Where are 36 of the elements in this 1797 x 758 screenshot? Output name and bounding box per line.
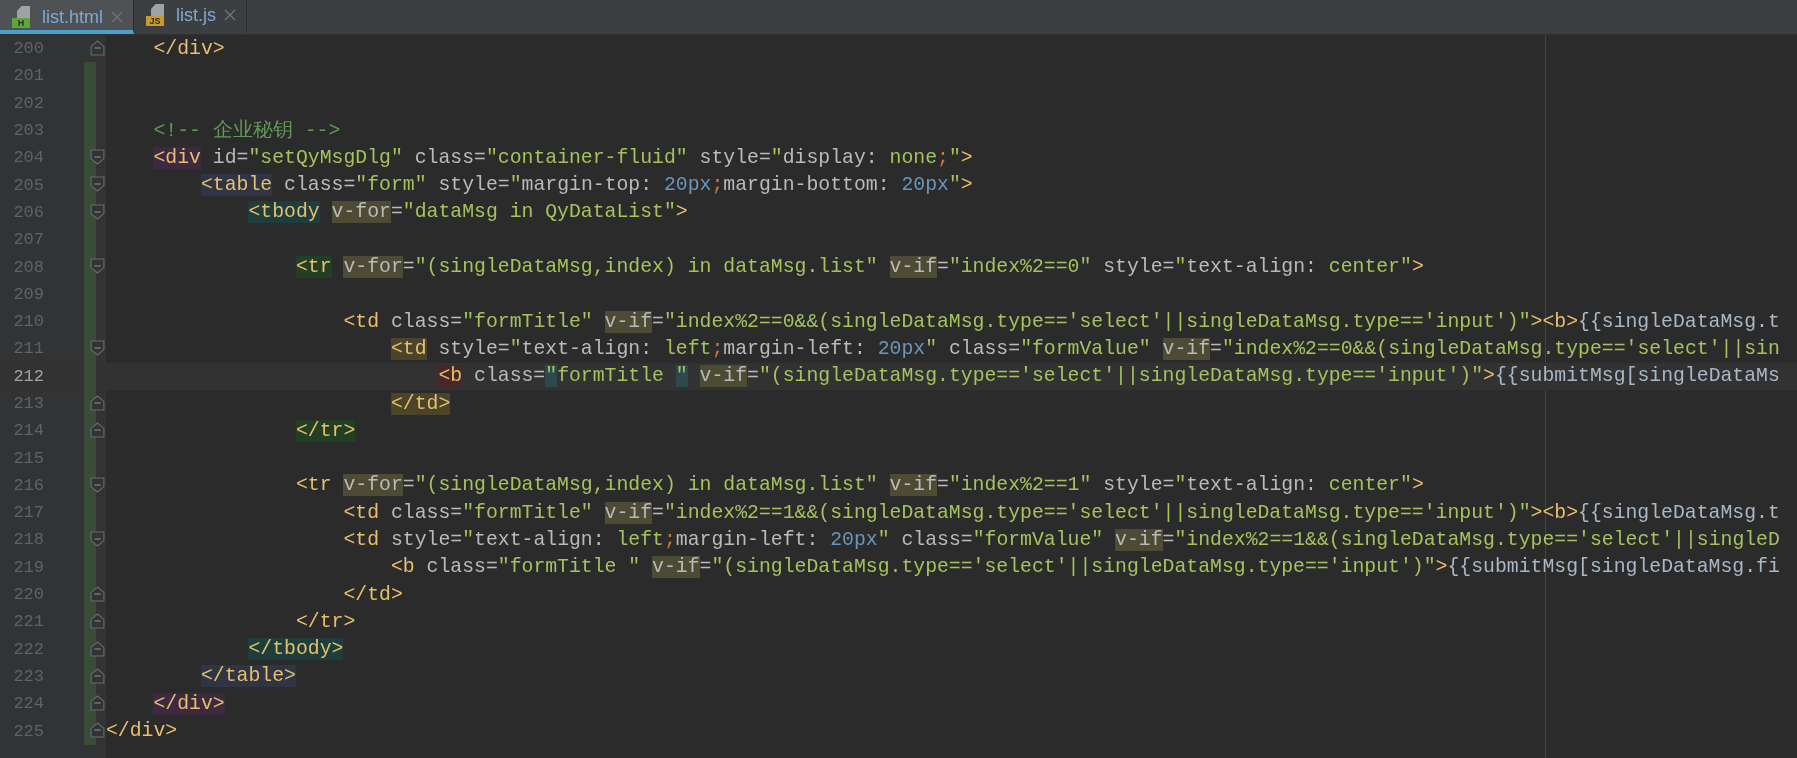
code-line: <td class="formTitle" v-if="index%2==1&&(singleDataMsg.type=='select'||singleDataMsg.type=='input')"><b>{{singleDataMsg.t (342, 500, 1780, 525)
code-line: <table class="form" style="margin-top: 20px;margin-bottom: 20px"> (199, 173, 973, 198)
fold-icon[interactable] (90, 40, 105, 56)
file-tab[interactable]: H list.html (0, 0, 134, 34)
fold-icon[interactable] (90, 476, 105, 493)
code-line: <b class="formTitle " v-if="(singleDataMsg.type=='select'||singleDataMsg.type=='input')">{{submitMsg[singleDataMs (437, 364, 1780, 389)
code-line: <td class="formTitle" v-if="index%2==0&&(singleDataMsg.type=='select'||singleDataMsg.type=='input')"><b>{{singleDataMsg.t (342, 309, 1780, 334)
code-line: </div> (152, 36, 225, 61)
code-line: </td> (342, 582, 403, 607)
code-line: <tr v-for="(singleDataMsg,index) in dataMsg.list" v-if="index%2==0" style="text-align: center"> (294, 255, 1424, 279)
code-line: </div> (106, 719, 178, 744)
fold-icon[interactable] (90, 640, 105, 657)
line-number: 212 (12, 366, 44, 386)
code-line: <!-- 企业秘钥 --> (152, 118, 341, 143)
fold-icon[interactable] (90, 258, 105, 275)
fold-icon[interactable] (90, 149, 105, 166)
fold-icon[interactable] (90, 176, 105, 193)
code-line: <td style="text-align: left;margin-left: 20px" class="formValue" v-if="index%2==1&&(singleDataMsg.type=='select'||singleD (342, 528, 1780, 552)
fold-icon[interactable] (90, 394, 105, 411)
code-line: <td style="text-align: left;margin-left: 20px" class="formValue" v-if="index%2==0&&(singleDataMsg.type=='select'||sin (389, 336, 1780, 361)
fold-icon[interactable] (90, 585, 105, 602)
code-line: <b class="formTitle " v-if="(singleDataMsg.type=='select'||singleDataMsg.type=='input')">{{submitMsg[singleDataMsg.fi (389, 555, 1780, 580)
code-line: </tr> (294, 609, 356, 634)
fold-icon[interactable] (90, 422, 105, 439)
fold-icon[interactable] (90, 203, 105, 220)
close-icon[interactable] (224, 9, 236, 21)
fold-icon[interactable] (90, 667, 105, 684)
fold-icon[interactable] (90, 340, 105, 357)
close-icon[interactable] (111, 11, 123, 23)
fold-icon[interactable] (90, 531, 105, 548)
code-line: <tbody v-for="dataMsg in QyDataList"> (247, 200, 688, 225)
fold-icon[interactable] (90, 695, 105, 712)
code-line: <div id="setQyMsgDlg" class="container-fluid" style="display: none;"> (152, 145, 973, 170)
fold-icon[interactable] (90, 613, 105, 630)
code-line: <tr v-for="(singleDataMsg,index) in dataMsg.list" v-if="index%2==1" style="text-align: center"> (294, 473, 1424, 498)
fold-icon[interactable] (90, 722, 105, 739)
